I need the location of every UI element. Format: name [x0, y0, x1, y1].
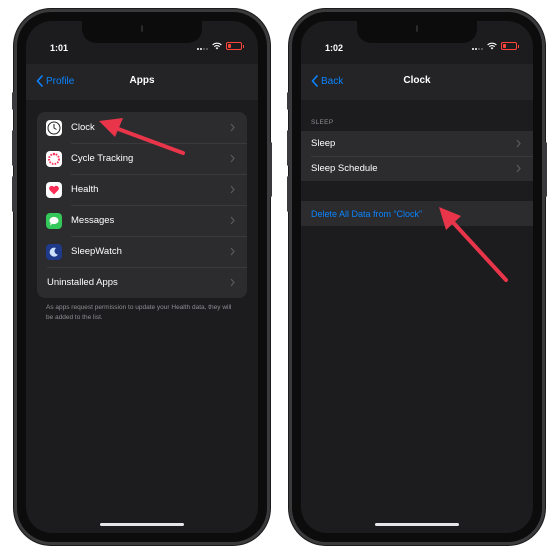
annotation-arrow-icon	[439, 207, 508, 282]
annotation-arrows	[99, 118, 508, 282]
annotation-arrow-icon	[99, 118, 185, 155]
